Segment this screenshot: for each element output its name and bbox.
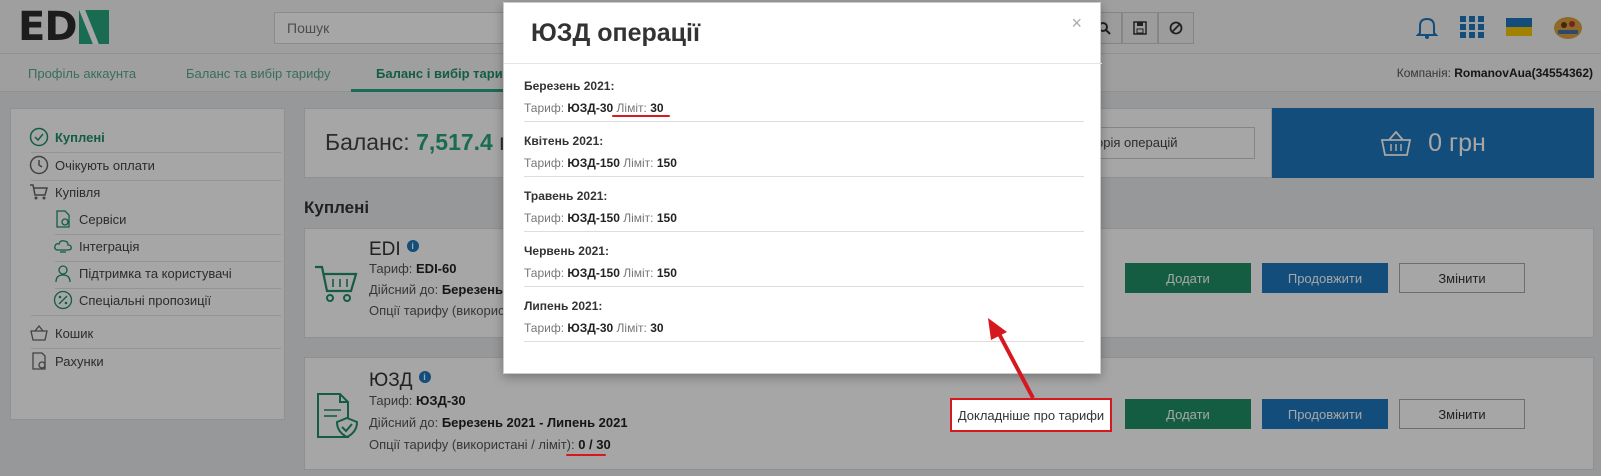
tariff-label: Тариф: [524,156,565,170]
tariff-value: ЮЗД-150 [567,211,620,225]
divider [524,176,1084,177]
operation-details: Тариф: ЮЗД-150 Ліміт: 150 [524,211,677,225]
limit-label: Ліміт: [623,266,654,280]
annotation-underline [566,454,606,456]
limit-value: 150 [656,211,677,225]
tariff-value: ЮЗД-150 [567,266,620,280]
modal-divider [504,63,1102,64]
limit-label: Ліміт: [616,101,647,115]
operation-details: Тариф: ЮЗД-150 Ліміт: 150 [524,266,677,280]
limit-value: 30 [650,321,664,335]
limit-label: Ліміт: [616,321,647,335]
divider [524,231,1084,232]
operation-month: Червень 2021: [524,244,609,258]
tariff-value: ЮЗД-150 [567,156,620,170]
modal-title: ЮЗД операції [531,19,700,47]
annotation-arrow [988,318,1035,399]
tariff-details-button[interactable]: Докладніше про тарифи [950,398,1112,432]
divider [524,121,1084,122]
tariff-label: Тариф: [524,266,565,280]
operation-month: Липень 2021: [524,299,603,313]
limit-value: 150 [656,156,677,170]
operation-month: Квітень 2021: [524,134,604,148]
divider [524,286,1084,287]
limit-label: Ліміт: [623,156,654,170]
limit-value: 30 [650,101,664,115]
operation-details: Тариф: ЮЗД-30 Ліміт: 30 [524,321,664,335]
limit-label: Ліміт: [623,211,654,225]
close-icon[interactable]: × [1071,13,1082,34]
limit-value: 150 [656,266,677,280]
tariff-value: ЮЗД-30 [567,101,614,115]
operation-month: Травень 2021: [524,189,608,203]
tariff-label: Тариф: [524,321,565,335]
operation-details: Тариф: ЮЗД-150 Ліміт: 150 [524,156,677,170]
annotation-underline [612,115,670,117]
tariff-value: ЮЗД-30 [567,321,614,335]
operation-details: Тариф: ЮЗД-30 Ліміт: 30 [524,101,664,115]
tariff-label: Тариф: [524,211,565,225]
tariff-label: Тариф: [524,101,565,115]
operation-month: Березень 2021: [524,79,615,93]
